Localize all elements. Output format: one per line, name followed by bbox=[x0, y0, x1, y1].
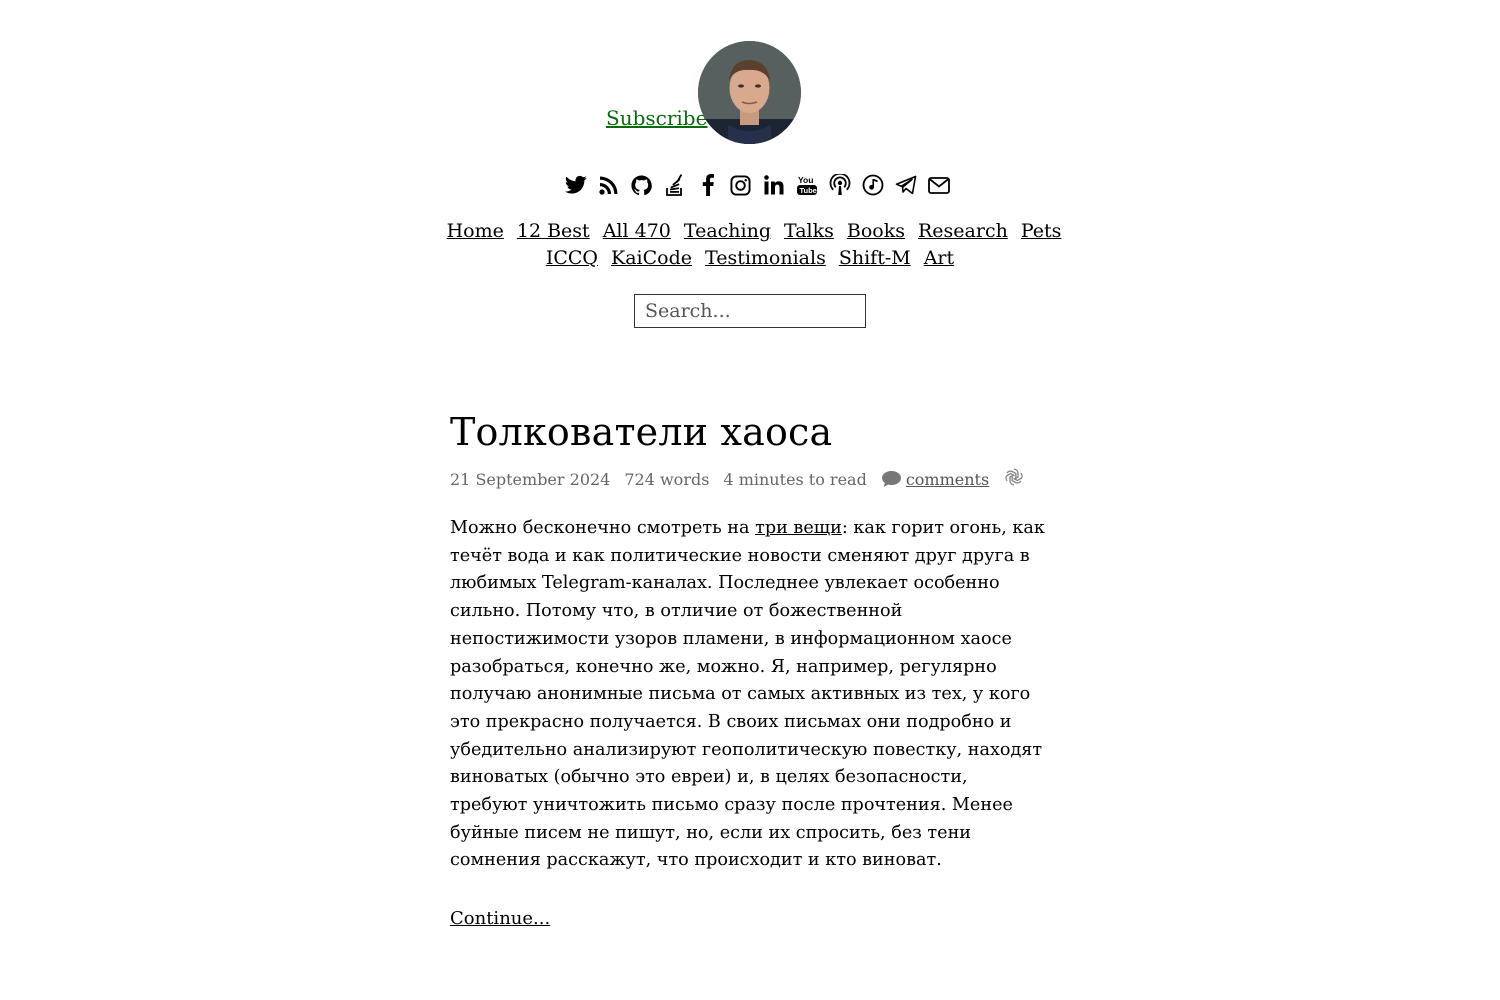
post-word-count: 724 words bbox=[624, 469, 710, 489]
post-meta: 21 September 2024 724 words 4 minutes to… bbox=[450, 464, 1050, 494]
openai-icon[interactable] bbox=[1003, 466, 1025, 492]
next-post-title-clipped-shape bbox=[450, 991, 1010, 1000]
three-things-link[interactable]: три вещи bbox=[755, 518, 842, 538]
nav-talks[interactable]: Talks bbox=[784, 218, 834, 245]
nav-shift-m[interactable]: Shift-M bbox=[839, 245, 911, 272]
main-navigation: Home 12 Best All 470 Teaching Talks Book… bbox=[0, 218, 1500, 272]
linkedin-icon[interactable] bbox=[761, 172, 786, 198]
post-read-time: 4 minutes to read bbox=[723, 469, 867, 489]
instagram-icon[interactable] bbox=[728, 172, 753, 198]
next-post-title-partial[interactable] bbox=[450, 980, 1010, 1000]
post-date: 21 September 2024 bbox=[450, 469, 611, 489]
svg-text:Tube: Tube bbox=[799, 186, 816, 195]
header: Subscribe bbox=[0, 40, 1500, 144]
rss-icon[interactable] bbox=[596, 172, 621, 198]
nav-row-2: ICCQ KaiCode Testimonials Shift-M Art bbox=[0, 245, 1500, 272]
nav-row-1: Home 12 Best All 470 Teaching Talks Book… bbox=[0, 218, 1500, 245]
excerpt-text-end: : как горит огонь, как течёт вода и как … bbox=[450, 518, 1045, 871]
nav-teaching[interactable]: Teaching bbox=[684, 218, 771, 245]
avatar[interactable] bbox=[698, 41, 801, 144]
continue-link[interactable]: Continue... bbox=[450, 908, 550, 929]
post-excerpt: Можно бесконечно смотреть на три вещи: к… bbox=[450, 515, 1050, 875]
podcast-icon[interactable] bbox=[827, 172, 852, 198]
comments-group: comments bbox=[881, 470, 989, 489]
nav-iccq[interactable]: ICCQ bbox=[546, 245, 598, 272]
subscribe-link[interactable]: Subscribe bbox=[606, 106, 707, 130]
music-icon[interactable] bbox=[860, 172, 885, 198]
social-icons-bar: You Tube bbox=[0, 172, 1500, 198]
nav-testimonials[interactable]: Testimonials bbox=[705, 245, 826, 272]
nav-pets[interactable]: Pets bbox=[1021, 218, 1062, 245]
nav-research[interactable]: Research bbox=[918, 218, 1008, 245]
nav-kaicode[interactable]: KaiCode bbox=[611, 245, 692, 272]
twitter-icon[interactable] bbox=[563, 172, 588, 198]
comments-link[interactable]: comments bbox=[906, 470, 989, 489]
github-icon[interactable] bbox=[629, 172, 654, 198]
post-title[interactable]: Толкователи хаоса bbox=[450, 404, 1050, 460]
facebook-icon[interactable] bbox=[695, 172, 720, 198]
comment-bubble-icon bbox=[881, 471, 901, 487]
excerpt-text-start: Можно бесконечно смотреть на bbox=[450, 518, 756, 538]
nav-books[interactable]: Books bbox=[847, 218, 905, 245]
email-icon[interactable] bbox=[926, 172, 951, 198]
youtube-icon[interactable]: You Tube bbox=[794, 172, 819, 198]
nav-12-best[interactable]: 12 Best bbox=[517, 218, 590, 245]
nav-all-470[interactable]: All 470 bbox=[603, 218, 671, 245]
telegram-icon[interactable] bbox=[893, 172, 918, 198]
stackoverflow-icon[interactable] bbox=[662, 172, 687, 198]
blog-post: Толкователи хаоса 21 September 2024 724 … bbox=[450, 404, 1050, 929]
nav-home[interactable]: Home bbox=[447, 218, 504, 245]
search-container bbox=[634, 294, 866, 328]
search-input[interactable] bbox=[634, 294, 866, 328]
svg-text:You: You bbox=[798, 175, 813, 185]
nav-art[interactable]: Art bbox=[924, 245, 954, 272]
